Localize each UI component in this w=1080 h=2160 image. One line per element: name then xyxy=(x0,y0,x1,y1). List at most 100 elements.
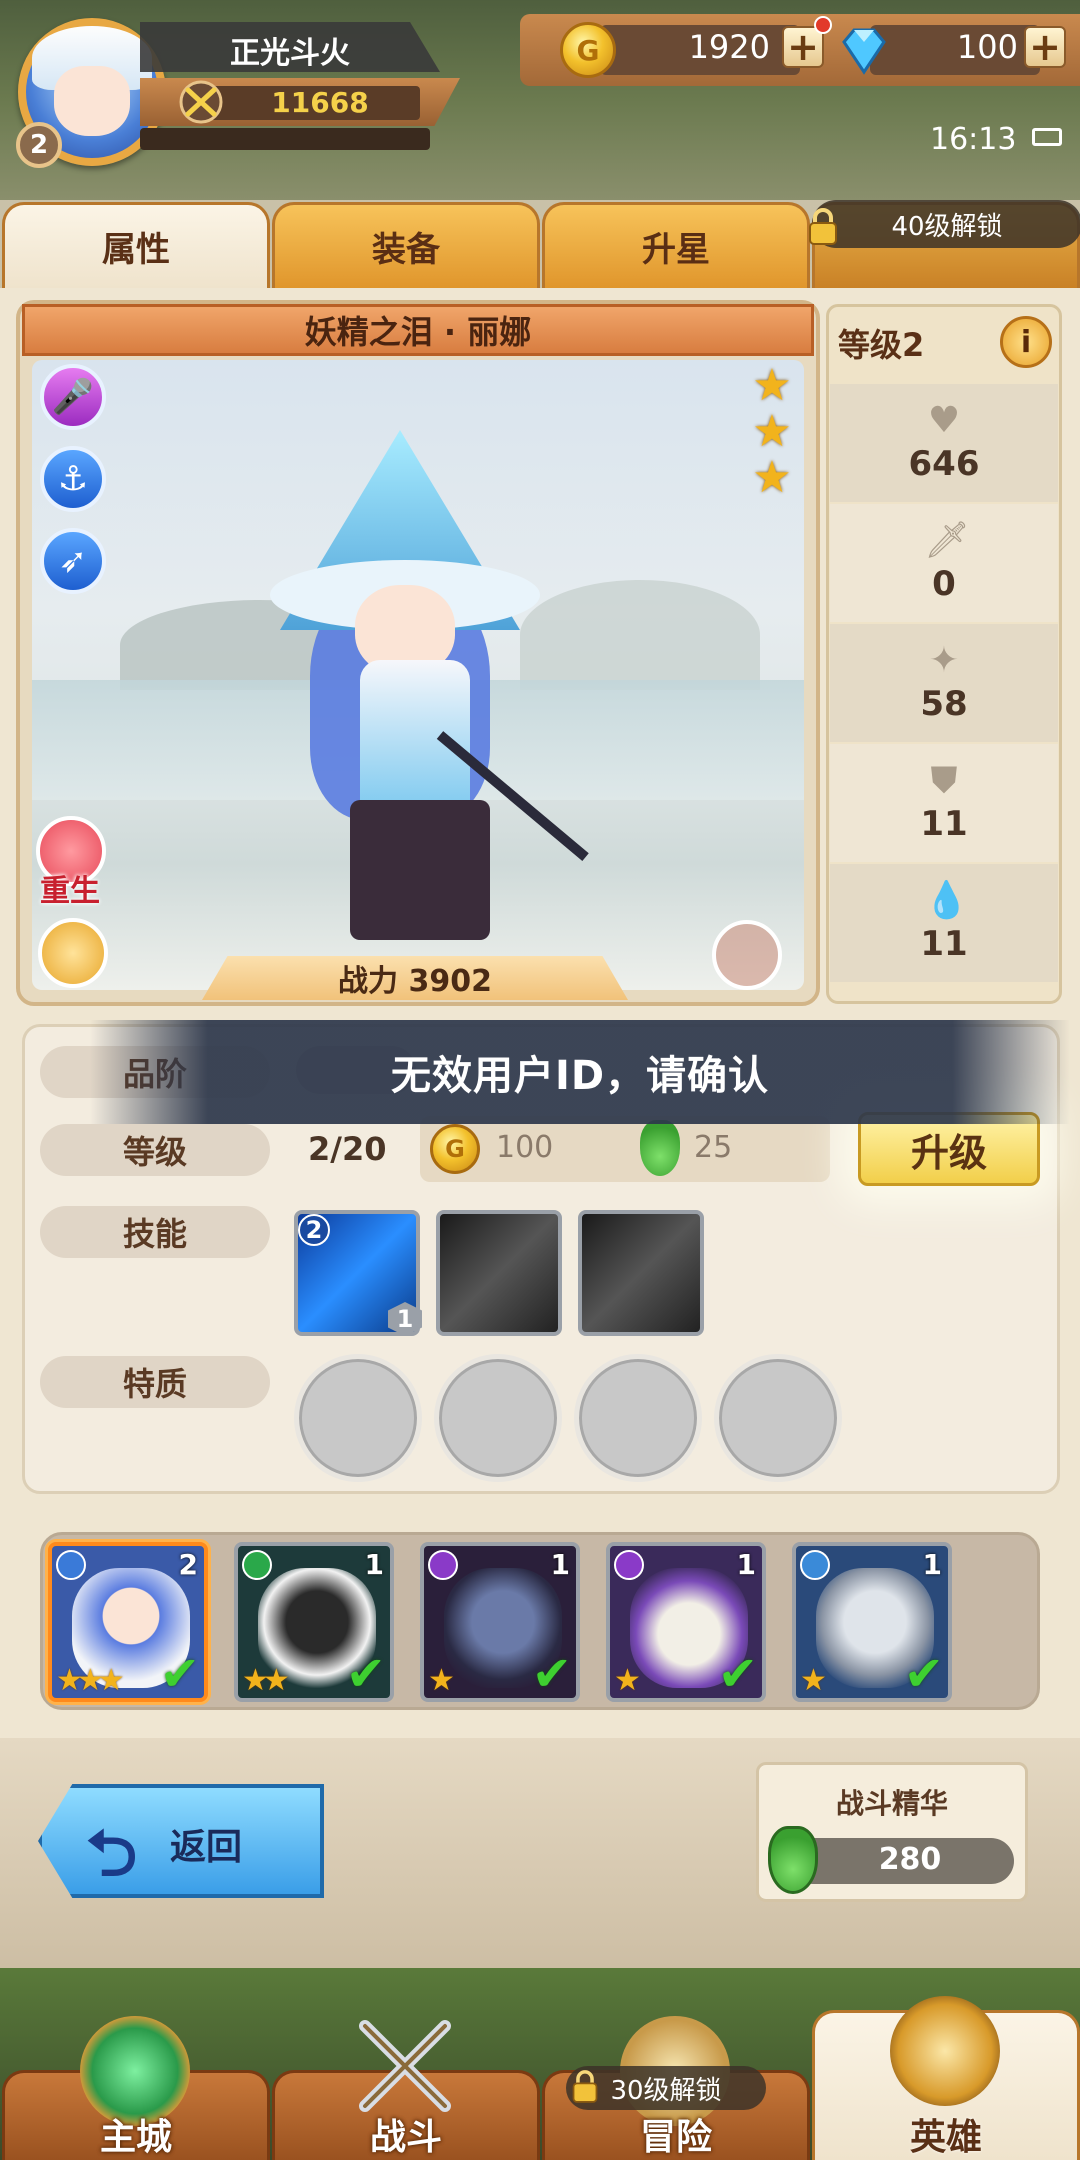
combat-power: 战力 3902 xyxy=(202,956,628,1000)
unlock-icon[interactable] xyxy=(38,918,108,988)
tab-attributes[interactable]: 属性 xyxy=(2,202,270,288)
level-label: 等级 xyxy=(40,1124,270,1176)
tab-star-up[interactable]: 升星 xyxy=(542,202,810,288)
nav-label: 英雄 xyxy=(909,2117,982,2158)
hero-rank: 1 xyxy=(922,1548,942,1581)
roster-hero-card[interactable]: 2 ★★★ ✔ xyxy=(48,1542,208,1702)
notification-dot xyxy=(814,16,832,34)
hero-title: 妖精之泪 · 丽娜 xyxy=(22,304,814,356)
shield-icon: ⛊ xyxy=(930,760,958,801)
hero-stars: ★★ xyxy=(242,1663,290,1698)
stat-health: ♥ 646 xyxy=(830,384,1058,502)
hero-rank: 1 xyxy=(550,1548,570,1581)
nav-label: 主城 xyxy=(99,2117,172,2158)
scenery-mountain xyxy=(520,580,760,690)
magic-icon: ✦ xyxy=(928,640,960,681)
hero-legs xyxy=(350,800,490,940)
sword-icon: 🗡 xyxy=(924,520,970,561)
stat-value: 11 xyxy=(920,924,968,964)
hero-star: ★ xyxy=(752,452,792,503)
traits-label: 特质 xyxy=(40,1356,270,1408)
hero-rank: 1 xyxy=(364,1548,384,1581)
gold-coin-icon: G xyxy=(430,1124,480,1174)
class-icon xyxy=(242,1550,272,1580)
tab-equipment[interactable]: 装备 xyxy=(272,202,540,288)
xp-bar xyxy=(140,128,430,150)
player-power-value: 11668 xyxy=(271,86,369,119)
reborn-label[interactable]: 重生 xyxy=(30,866,110,910)
hero-stars: ★★★ xyxy=(56,1663,125,1698)
hero-stars: ★ xyxy=(428,1663,455,1698)
stat-defense: ⛊ 11 xyxy=(830,744,1058,862)
info-button[interactable]: i xyxy=(1000,316,1052,368)
hero-stars: ★ xyxy=(614,1663,641,1698)
stat-value: 0 xyxy=(932,564,956,604)
hero-level: 等级2 xyxy=(838,326,925,364)
drop-icon: 💧 xyxy=(924,880,969,921)
gold-amount: 1920 xyxy=(688,28,770,66)
chat-icon[interactable] xyxy=(712,920,782,990)
roster-hero-card[interactable]: 1 ★ ✔ xyxy=(420,1542,580,1702)
class-icon xyxy=(428,1550,458,1580)
stat-value: 58 xyxy=(920,684,968,724)
potion-cost: 25 xyxy=(694,1130,733,1165)
stat-magic: ✦ 58 xyxy=(830,624,1058,742)
hero-star: ★ xyxy=(752,360,792,411)
battle-essence-value: 280 xyxy=(878,1842,942,1877)
sprint-icon[interactable]: ➶ xyxy=(40,528,106,594)
toast-message: 无效用户ID，请确认 xyxy=(90,1020,1070,1124)
gold-cost: 100 xyxy=(496,1130,554,1165)
add-diamond-button[interactable]: + xyxy=(1024,25,1066,69)
checkmark-icon: ✔ xyxy=(531,1646,572,1702)
skill-slot-locked[interactable] xyxy=(578,1210,704,1336)
heroes-helmet-icon xyxy=(890,1996,1000,2106)
gold-coin-icon: G xyxy=(560,22,616,78)
lock-icon xyxy=(572,2070,598,2103)
back-label: 返回 xyxy=(170,1827,243,1868)
player-name: 正光斗火 xyxy=(230,36,350,71)
checkmark-icon: ✔ xyxy=(159,1646,200,1702)
crossed-swords-icon xyxy=(359,2020,451,2112)
battle-essence-title: 战斗精华 xyxy=(835,1787,948,1820)
roster-hero-card[interactable]: 1 ★★ ✔ xyxy=(234,1542,394,1702)
roster-hero-card[interactable]: 1 ★ ✔ xyxy=(606,1542,766,1702)
microphone-icon[interactable]: 🎤 xyxy=(40,364,106,430)
stat-value: 11 xyxy=(920,804,968,844)
heart-icon: ♥ xyxy=(927,400,961,441)
stat-attack: 🗡 0 xyxy=(830,504,1058,622)
nav-label: 冒险 xyxy=(639,2117,712,2158)
nav-label: 战斗 xyxy=(369,2117,442,2158)
trait-slot[interactable] xyxy=(574,1354,702,1482)
skill-slot-locked[interactable] xyxy=(436,1210,562,1336)
clock: 16:13 xyxy=(930,122,1017,157)
hero-stars: ★ xyxy=(800,1663,827,1698)
stat-resistance: 💧 11 xyxy=(830,864,1058,982)
hero-star: ★ xyxy=(752,406,792,457)
stat-value: 646 xyxy=(908,444,980,484)
potion-icon xyxy=(768,1826,818,1894)
lock-icon xyxy=(809,208,837,245)
potion-icon xyxy=(640,1120,680,1176)
skill-rank-badge: 2 xyxy=(298,1214,330,1246)
back-arrow-icon: ⮌ xyxy=(86,1817,138,1891)
upgrade-cost-box xyxy=(420,1116,830,1182)
tab-lock-hint: 40级解锁 xyxy=(812,200,1080,248)
class-icon xyxy=(800,1550,830,1580)
crossed-swords-icon xyxy=(179,80,223,124)
class-icon xyxy=(614,1550,644,1580)
trait-slot[interactable] xyxy=(294,1354,422,1482)
hero-rank: 2 xyxy=(178,1548,198,1581)
avatar-face xyxy=(54,66,130,136)
player-level-badge: 2 xyxy=(16,122,62,168)
anchor-class-icon xyxy=(56,1550,86,1580)
trait-slot[interactable] xyxy=(714,1354,842,1482)
anchor-icon[interactable]: ⚓ xyxy=(40,446,106,512)
level-value: 2/20 xyxy=(308,1130,387,1168)
trait-slot[interactable] xyxy=(434,1354,562,1482)
checkmark-icon: ✔ xyxy=(345,1646,386,1702)
hero-rank: 1 xyxy=(736,1548,756,1581)
diamond-amount: 100 xyxy=(956,28,1018,66)
roster-hero-card[interactable]: 1 ★ ✔ xyxy=(792,1542,952,1702)
battery-icon xyxy=(1032,128,1062,146)
checkmark-icon: ✔ xyxy=(903,1646,944,1702)
